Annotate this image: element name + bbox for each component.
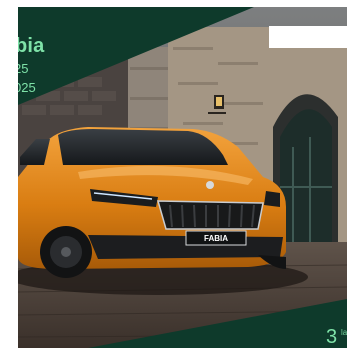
model-headline: bia [18, 35, 45, 57]
logo-placeholder [269, 26, 347, 48]
offer-line-1: 25 [18, 61, 29, 76]
corner-label: la [341, 328, 347, 337]
brand-panels [18, 7, 347, 348]
offer-line-2: 025 [18, 80, 36, 95]
car-advert-banner[interactable]: FABIA bia 25 025 3 la [18, 7, 347, 348]
corner-number: 3 [326, 326, 338, 348]
